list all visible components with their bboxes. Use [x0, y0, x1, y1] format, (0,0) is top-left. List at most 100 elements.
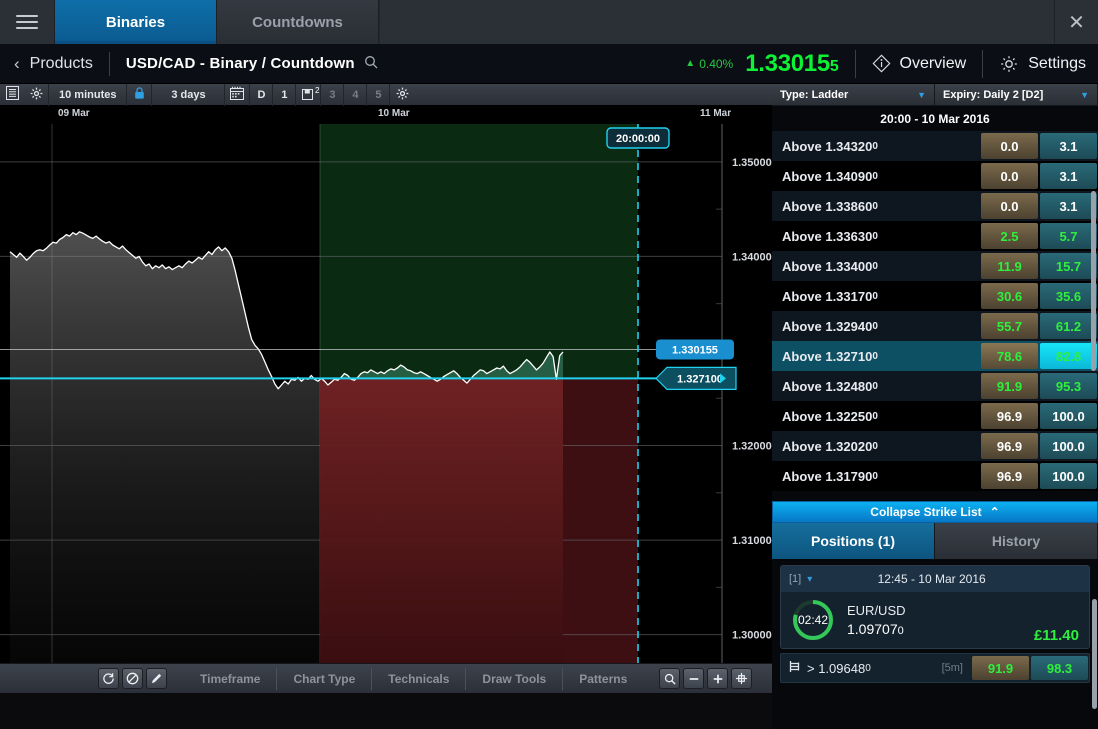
- calendar-icon[interactable]: [225, 86, 249, 103]
- strike-buy-price[interactable]: 3.1: [1040, 133, 1097, 159]
- price-chart[interactable]: 09 Mar 10 Mar 11 Mar 1.35000 1.34000 1.320…: [0, 106, 772, 664]
- strike-sell-price[interactable]: 11.9: [981, 253, 1038, 279]
- position-price-main: 1.09707: [847, 621, 898, 637]
- strike-row[interactable]: Above 1.31790 0 96.9 100.0: [772, 461, 1098, 491]
- chart-saved-layout-icon[interactable]: 2: [296, 86, 320, 103]
- menu-technicals[interactable]: Technicals: [371, 667, 465, 690]
- overview-button[interactable]: Overview: [872, 54, 966, 73]
- close-button[interactable]: ✕: [1054, 0, 1098, 44]
- strike-sell-price[interactable]: 0.0: [981, 133, 1038, 159]
- position-card-header[interactable]: [1] ▾ 12:45 - 10 Mar 2016: [781, 566, 1089, 592]
- price-header: ▲ 0.40% 1.330155 Overview Settings: [685, 49, 1098, 78]
- search-icon[interactable]: [364, 55, 378, 72]
- lock-icon[interactable]: [127, 86, 151, 103]
- strike-sell-price[interactable]: 96.9: [981, 403, 1038, 429]
- strike-row[interactable]: Above 1.32020 0 96.9 100.0: [772, 431, 1098, 461]
- divider: [854, 49, 856, 78]
- menu-button[interactable]: [0, 0, 55, 44]
- strike-sell-price[interactable]: 0.0: [981, 163, 1038, 189]
- position-price-sub: 0: [897, 625, 904, 637]
- strike-row[interactable]: Above 1.33400 0 11.9 15.7: [772, 251, 1098, 281]
- chevron-down-icon[interactable]: ▾: [807, 574, 812, 585]
- strike-sell-price[interactable]: 2.5: [981, 223, 1038, 249]
- strike-row[interactable]: Above 1.33860 0 0.0 3.1: [772, 191, 1098, 221]
- strike-sell-price[interactable]: 96.9: [981, 463, 1038, 489]
- strike-buy-price[interactable]: 95.3: [1040, 373, 1097, 399]
- chart-options-gear-icon[interactable]: [390, 87, 414, 103]
- date-label-2: 11 Mar: [700, 108, 732, 119]
- strike-list[interactable]: Above 1.34320 0 0.0 3.1 Above 1.34090 0 0.0 3.1…: [772, 131, 1098, 501]
- menu-timeframe[interactable]: Timeframe: [184, 668, 276, 690]
- position-buy-price[interactable]: 98.3: [1031, 656, 1088, 680]
- positions-scrollbar[interactable]: [1092, 599, 1097, 709]
- strike-list-scrollbar[interactable]: [1091, 191, 1096, 371]
- menu-chart-type[interactable]: Chart Type: [276, 667, 371, 690]
- chart-num-3[interactable]: 3: [321, 89, 343, 101]
- strike-sell-price[interactable]: 55.7: [981, 313, 1038, 339]
- menu-draw-tools[interactable]: Draw Tools: [465, 667, 562, 690]
- type-select[interactable]: Type: Ladder ▼: [772, 84, 935, 106]
- strike-sell-price[interactable]: 96.9: [981, 433, 1038, 459]
- strike-sell-price[interactable]: 0.0: [981, 193, 1038, 219]
- titlebar-spacer: [379, 0, 1054, 44]
- products-link[interactable]: Products: [30, 55, 93, 73]
- chevron-down-icon: ▼: [1080, 89, 1089, 100]
- strike-sell-price[interactable]: 91.9: [981, 373, 1038, 399]
- refresh-icon[interactable]: [98, 668, 119, 689]
- collapse-strike-list-button[interactable]: Collapse Strike List ⌃: [772, 501, 1098, 523]
- list-icon[interactable]: [0, 86, 24, 103]
- tab-history[interactable]: History: [935, 523, 1098, 559]
- chart-settings-gear-icon[interactable]: [24, 87, 48, 103]
- strike-row[interactable]: Above 1.32250 0 96.9 100.0: [772, 401, 1098, 431]
- title-bar: Binaries Countdowns ✕: [0, 0, 1098, 44]
- settings-button[interactable]: Settings: [999, 54, 1086, 74]
- tab-countdowns[interactable]: Countdowns: [217, 0, 379, 44]
- strike-buy-price[interactable]: 3.1: [1040, 193, 1097, 219]
- position-tabs: Positions (1) History: [772, 523, 1098, 559]
- strike-label: Above 1.32020 0: [782, 438, 878, 454]
- strike-row[interactable]: Above 1.32480 0 91.9 95.3: [772, 371, 1098, 401]
- strike-label: Above 1.34320 0: [782, 138, 878, 154]
- strike-buy-price[interactable]: 15.7: [1040, 253, 1097, 279]
- strike-row[interactable]: Above 1.34320 0 0.0 3.1: [772, 131, 1098, 161]
- strike-buy-price[interactable]: 82.8: [1040, 343, 1097, 369]
- strike-buy-price[interactable]: 100.0: [1040, 433, 1097, 459]
- zoom-out-icon[interactable]: [683, 668, 705, 689]
- tab-positions[interactable]: Positions (1): [772, 523, 935, 559]
- range-selector[interactable]: 3 days: [152, 89, 224, 101]
- chart-d-button[interactable]: D: [250, 89, 272, 101]
- strike-label: Above 1.31790 0: [782, 468, 878, 484]
- position-card[interactable]: [1] ▾ 12:45 - 10 Mar 2016 02:42 EUR/USD: [780, 565, 1090, 649]
- strike-sell-price[interactable]: 78.6: [981, 343, 1038, 369]
- expiry-select[interactable]: Expiry: Daily 2 [D2] ▼: [935, 84, 1098, 106]
- menu-patterns[interactable]: Patterns: [562, 667, 643, 690]
- no-entry-icon[interactable]: [122, 668, 143, 689]
- pencil-icon[interactable]: [146, 668, 167, 689]
- position-strike-row[interactable]: > 1.09648 0 [5m] 91.9 98.3: [780, 653, 1090, 683]
- crosshair-icon[interactable]: [731, 668, 753, 689]
- product-bar: ‹ Products USD/CAD - Binary / Countdown …: [0, 44, 1098, 84]
- chart-num-1[interactable]: 1: [273, 89, 295, 101]
- strike-row[interactable]: Above 1.34090 0 0.0 3.1: [772, 161, 1098, 191]
- zoom-in-icon[interactable]: [707, 668, 729, 689]
- strike-row[interactable]: Above 1.32940 0 55.7 61.2: [772, 311, 1098, 341]
- chart-num-5[interactable]: 5: [367, 89, 389, 101]
- back-chevron-icon[interactable]: ‹: [0, 54, 30, 74]
- strike-buy-price[interactable]: 61.2: [1040, 313, 1097, 339]
- strike-buy-price[interactable]: 3.1: [1040, 163, 1097, 189]
- tab-binaries[interactable]: Binaries: [55, 0, 217, 44]
- magnifier-icon[interactable]: [659, 668, 681, 689]
- strike-row[interactable]: Above 1.33170 0 30.6 35.6: [772, 281, 1098, 311]
- chart-plot-area[interactable]: 1.35000 1.34000 1.32000 1.31000 1.30000 1.330…: [0, 124, 772, 664]
- strike-label: Above 1.32250 0: [782, 408, 878, 424]
- strike-buy-price[interactable]: 35.6: [1040, 283, 1097, 309]
- strike-buy-price[interactable]: 100.0: [1040, 463, 1097, 489]
- chart-num-4[interactable]: 4: [344, 89, 366, 101]
- strike-row[interactable]: Above 1.32710 0 78.6 82.8: [772, 341, 1098, 371]
- strike-buy-price[interactable]: 100.0: [1040, 403, 1097, 429]
- interval-selector[interactable]: 10 minutes: [49, 89, 126, 101]
- strike-row[interactable]: Above 1.33630 0 2.5 5.7: [772, 221, 1098, 251]
- strike-buy-price[interactable]: 5.7: [1040, 223, 1097, 249]
- strike-sell-price[interactable]: 30.6: [981, 283, 1038, 309]
- position-sell-price[interactable]: 91.9: [972, 656, 1029, 680]
